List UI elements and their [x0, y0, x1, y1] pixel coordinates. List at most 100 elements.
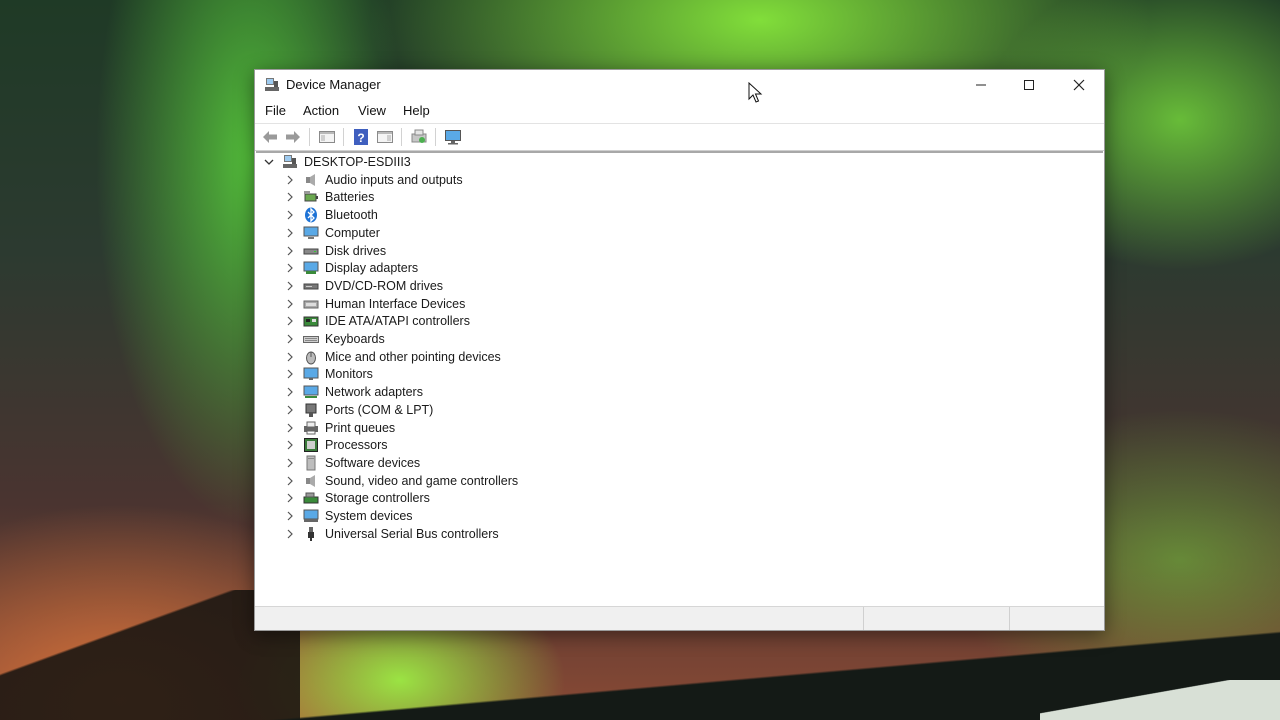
chevron-right-icon[interactable]	[284, 422, 296, 434]
window-title: Device Manager	[286, 77, 381, 92]
toolbar-separator	[401, 128, 402, 146]
chevron-right-icon[interactable]	[284, 457, 296, 469]
tree-category-label: Bluetooth	[325, 208, 378, 223]
tree-category-label: Universal Serial Bus controllers	[325, 526, 499, 541]
tree-category-row[interactable]: Sound, video and game controllers	[284, 472, 518, 490]
tree-category-row[interactable]: Display adapters	[284, 259, 418, 277]
tree-category-row[interactable]: IDE ATA/ATAPI controllers	[284, 312, 470, 330]
toolbar-separator	[309, 128, 310, 146]
tree-category-label: Processors	[325, 438, 388, 453]
chevron-right-icon[interactable]	[284, 333, 296, 345]
tree-category-row[interactable]: Human Interface Devices	[284, 295, 465, 313]
tree-category-label: Computer	[325, 225, 380, 240]
dvd-drive-icon	[303, 283, 319, 290]
chevron-right-icon[interactable]	[284, 528, 296, 540]
tree-category-label: Batteries	[325, 190, 375, 205]
tree-category-row[interactable]: Keyboards	[284, 330, 385, 348]
chevron-right-icon[interactable]	[284, 280, 296, 292]
tree-category-row[interactable]: Universal Serial Bus controllers	[284, 525, 499, 543]
help-icon[interactable]: ?	[352, 128, 370, 146]
tree-category-label: DVD/CD-ROM drives	[325, 278, 444, 293]
tree-category-row[interactable]: Storage controllers	[284, 489, 430, 507]
forward-arrow-icon[interactable]	[284, 128, 302, 146]
title-bar[interactable]: Device Manager	[255, 70, 1104, 100]
status-bar	[255, 606, 1104, 630]
tree-category-label: Print queues	[325, 420, 396, 435]
tree-category-label: Sound, video and game controllers	[325, 473, 519, 488]
tree-category-row[interactable]: Batteries	[284, 188, 374, 206]
hid-icon	[303, 300, 319, 309]
disk-drive-icon	[303, 248, 319, 254]
monitor-icon	[303, 367, 319, 381]
tree-category-row[interactable]: Network adapters	[284, 383, 423, 401]
wallpaper-snow	[1040, 680, 1280, 720]
scan-hardware-icon[interactable]	[410, 128, 428, 146]
menu-file[interactable]: File	[265, 103, 286, 118]
chevron-right-icon[interactable]	[284, 510, 296, 522]
properties-icon[interactable]	[376, 128, 394, 146]
maximize-button[interactable]	[1005, 70, 1053, 100]
usb-icon	[308, 526, 314, 541]
minimize-button[interactable]	[957, 70, 1005, 100]
chevron-right-icon[interactable]	[284, 439, 296, 451]
tree-category-row[interactable]: Computer	[284, 224, 380, 242]
tree-category-row[interactable]: Software devices	[284, 454, 420, 472]
tree-root[interactable]: DESKTOP-ESDIII3	[263, 153, 411, 171]
chevron-right-icon[interactable]	[284, 191, 296, 203]
battery-icon	[304, 191, 318, 202]
tree-root-label: DESKTOP-ESDIII3	[304, 155, 411, 169]
computer-icon	[303, 226, 319, 239]
svg-text:?: ?	[357, 131, 364, 145]
chevron-right-icon[interactable]	[284, 245, 296, 257]
toolbar-separator	[435, 128, 436, 146]
chevron-right-icon[interactable]	[284, 209, 296, 221]
tree-category-label: IDE ATA/ATAPI controllers	[325, 314, 470, 329]
show-hide-console-tree-icon[interactable]	[318, 128, 336, 146]
mouse-icon	[306, 351, 316, 365]
chevron-right-icon[interactable]	[284, 475, 296, 487]
tree-category-label: System devices	[325, 509, 413, 523]
tree-category-label: Keyboards	[325, 332, 385, 346]
tree-category-row[interactable]: Processors	[284, 436, 388, 454]
chevron-right-icon[interactable]	[284, 351, 296, 363]
chevron-right-icon[interactable]	[284, 315, 296, 327]
chevron-right-icon[interactable]	[284, 404, 296, 416]
back-arrow-icon[interactable]	[261, 128, 279, 146]
computer-icon	[283, 155, 297, 168]
tree-category-row[interactable]: Monitors	[284, 365, 373, 383]
sound-controller-icon	[306, 474, 315, 487]
chevron-down-icon[interactable]	[263, 156, 275, 168]
chevron-right-icon[interactable]	[284, 492, 296, 504]
ide-controller-icon	[303, 316, 319, 327]
maximize-icon	[1024, 80, 1034, 90]
menu-action[interactable]: Action	[303, 103, 339, 118]
menu-bar: File Action View Help	[255, 100, 1104, 122]
chevron-right-icon[interactable]	[284, 227, 296, 239]
tree-category-row[interactable]: Disk drives	[284, 242, 386, 260]
chevron-right-icon[interactable]	[284, 262, 296, 274]
tree-category-label: Storage controllers	[325, 491, 430, 506]
printer-icon	[304, 421, 318, 434]
tree-category-label: Software devices	[325, 455, 421, 470]
chevron-right-icon[interactable]	[284, 174, 296, 186]
tree-category-row[interactable]: Mice and other pointing devices	[284, 348, 501, 366]
tree-category-row[interactable]: System devices	[284, 507, 413, 525]
close-button[interactable]	[1055, 70, 1103, 100]
tree-category-row[interactable]: DVD/CD-ROM drives	[284, 277, 443, 295]
storage-controller-icon	[303, 492, 319, 504]
device-manager-icon	[265, 78, 279, 91]
tree-category-row[interactable]: Print queues	[284, 419, 395, 437]
software-device-icon	[306, 455, 316, 471]
tree-category-row[interactable]: Audio inputs and outputs	[284, 171, 463, 189]
menu-view[interactable]: View	[358, 103, 386, 118]
monitor-icon[interactable]	[444, 128, 462, 146]
chevron-right-icon[interactable]	[284, 386, 296, 398]
device-tree[interactable]: DESKTOP-ESDIII3 Audio inputs and outputs…	[256, 151, 1103, 607]
menu-help[interactable]: Help	[403, 103, 430, 118]
speaker-icon	[306, 173, 315, 186]
chevron-right-icon[interactable]	[284, 368, 296, 380]
tree-category-row[interactable]: Bluetooth	[284, 206, 378, 224]
device-manager-window: Device Manager File Action View Help ? D…	[254, 69, 1105, 631]
chevron-right-icon[interactable]	[284, 298, 296, 310]
tree-category-row[interactable]: Ports (COM & LPT)	[284, 401, 433, 419]
